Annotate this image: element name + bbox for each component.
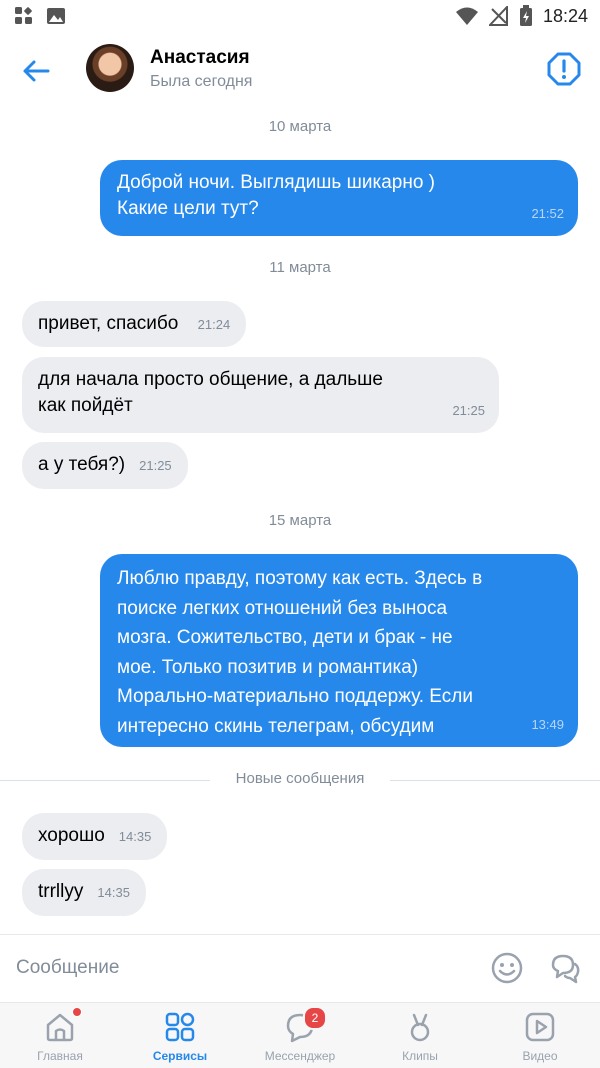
- message-text: trrllyy: [38, 881, 84, 902]
- avatar[interactable]: [86, 44, 134, 92]
- message-text: а у тебя?): [38, 454, 126, 475]
- tab-clips[interactable]: Клипы: [360, 1003, 480, 1068]
- tab-video[interactable]: Видео: [480, 1003, 600, 1068]
- contact-name[interactable]: Анастасия: [150, 47, 250, 69]
- wifi-icon: [455, 7, 478, 25]
- message-text: Люблю правду, поэтому как есть. Здесь в: [117, 568, 483, 589]
- clock: 18:24: [542, 5, 588, 26]
- incoming-message[interactable]: привет, спасибо 21:24: [22, 301, 247, 347]
- gallery-icon: [47, 8, 65, 24]
- outgoing-message[interactable]: Люблю правду, поэтому как есть. Здесь в …: [100, 554, 578, 747]
- chat-bubbles-icon[interactable]: [548, 951, 582, 985]
- last-seen-status: Была сегодня: [150, 73, 253, 90]
- chat-header: Анастасия Была сегодня: [0, 34, 600, 106]
- message-text: поиске легких отношений без выноса: [117, 597, 448, 619]
- video-icon: [525, 1012, 555, 1042]
- message-time: 21:52: [531, 206, 564, 221]
- message-time: 13:49: [531, 717, 564, 732]
- tab-home[interactable]: Главная: [0, 1003, 120, 1068]
- message-text: мое. Только позитив и романтика): [117, 656, 419, 678]
- emoji-icon[interactable]: [490, 951, 524, 985]
- tab-messenger-label: Мессенджер: [264, 1049, 336, 1063]
- message-text: Какие цели тут?: [117, 198, 259, 219]
- incoming-message[interactable]: для начала просто общение, а дальше как …: [22, 357, 499, 433]
- outgoing-message[interactable]: Доброй ночи. Выглядишь шикарно ) Какие ц…: [100, 160, 578, 236]
- message-text: интересно скинь телеграм, обсудим: [117, 715, 435, 737]
- tab-services[interactable]: Сервисы: [120, 1003, 240, 1068]
- message-text: мозга. Сожительство, дети и брак - не: [117, 627, 453, 648]
- new-messages-divider: Новые сообщения: [0, 768, 600, 792]
- message-time: 14:35: [118, 829, 152, 844]
- message-text: Морально-материально поддержу. Если: [117, 686, 473, 707]
- incoming-message[interactable]: а у тебя?) 21:25: [22, 442, 188, 489]
- message-text: хорошо: [38, 825, 105, 846]
- message-time: 21:25: [452, 403, 485, 418]
- message-text: для начала просто общение, а дальше: [38, 369, 383, 390]
- message-text: привет, спасибо: [38, 313, 184, 334]
- incoming-message[interactable]: хорошо 14:35: [22, 813, 168, 860]
- date-separator: 11 марта: [269, 259, 331, 276]
- notification-dot: [72, 1007, 82, 1017]
- bottom-tab-bar: Главная Сервисы 2 Мессенджер Клипы Видео: [0, 1002, 600, 1068]
- report-icon[interactable]: [546, 51, 582, 87]
- tab-clips-label: Клипы: [402, 1049, 438, 1063]
- message-text: как пойдёт: [38, 395, 133, 416]
- back-arrow-icon[interactable]: [20, 54, 54, 88]
- message-time: 14:35: [97, 885, 130, 900]
- message-input[interactable]: Сообщение: [16, 957, 119, 979]
- incoming-message[interactable]: trrllyy 14:35: [22, 869, 146, 916]
- tab-video-label: Видео: [522, 1049, 558, 1063]
- app-grid-icon: [15, 7, 32, 24]
- status-bar: 18:24: [0, 0, 600, 34]
- date-separator: 10 марта: [268, 118, 332, 135]
- clips-icon: [410, 1013, 430, 1042]
- message-composer: Сообщение: [0, 934, 600, 1003]
- services-icon: [165, 1012, 195, 1042]
- unread-badge: 2: [303, 1006, 327, 1030]
- tab-messenger[interactable]: 2 Мессенджер: [240, 1003, 360, 1068]
- date-separator: 15 марта: [268, 512, 332, 529]
- tab-services-label: Сервисы: [152, 1049, 208, 1063]
- battery-charging-icon: [519, 5, 532, 26]
- new-messages-label: Новые сообщения: [225, 770, 375, 787]
- no-signal-icon: [488, 6, 508, 26]
- message-time: 21:24: [197, 317, 231, 332]
- message-time: 21:25: [139, 458, 172, 473]
- home-icon: [46, 1013, 74, 1042]
- message-text: Доброй ночи. Выглядишь шикарно ): [117, 172, 435, 193]
- tab-home-label: Главная: [37, 1049, 83, 1063]
